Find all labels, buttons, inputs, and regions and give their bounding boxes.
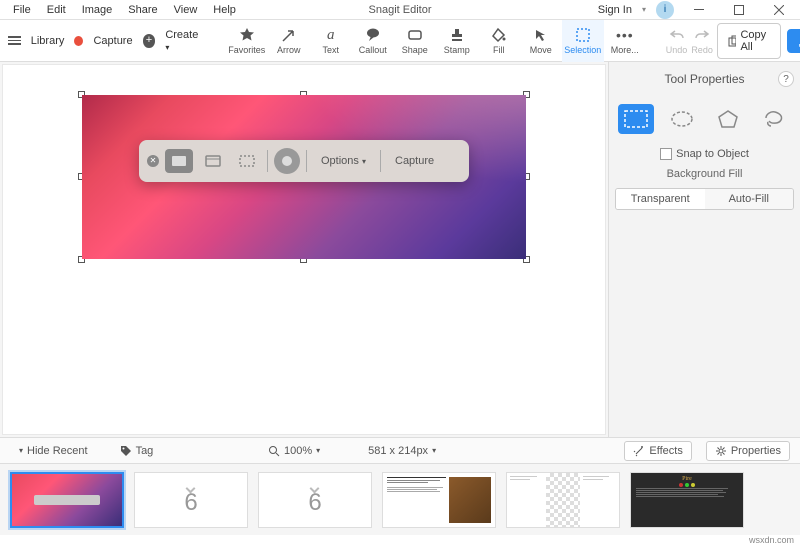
canvas-image: ✕ Options ▾ Capture [82, 95, 526, 259]
shape-rectangle[interactable] [618, 104, 654, 134]
options-dropdown[interactable]: Options ▾ [313, 155, 374, 167]
bgfill-segment: Transparent Auto-Fill [615, 188, 794, 210]
capture-icon [74, 36, 83, 46]
chevron-down-icon: ▾ [19, 446, 23, 455]
divider [306, 150, 307, 172]
shape-polygon[interactable] [710, 104, 746, 134]
capture-mode-selection[interactable] [233, 149, 261, 173]
capture-link[interactable]: Capture [93, 35, 132, 47]
capture-bar: ✕ Options ▾ Capture [139, 140, 469, 182]
tool-callout[interactable]: Callout [352, 20, 394, 62]
seg-transparent[interactable]: Transparent [616, 189, 705, 209]
tool-fill[interactable]: Fill [478, 20, 520, 62]
tool-palette: Favorites Arrow aText Callout Shape Stam… [226, 20, 646, 62]
menu-edit[interactable]: Edit [40, 2, 73, 18]
tool-arrow[interactable]: Arrow [268, 20, 310, 62]
create-plus-icon: + [143, 34, 156, 48]
signin-link[interactable]: Sign In [598, 4, 632, 16]
effects-button[interactable]: Effects [624, 441, 691, 461]
capture-mode-window[interactable] [199, 149, 227, 173]
library-link[interactable]: Library [31, 35, 65, 47]
thumbnail[interactable]: 6 [134, 472, 248, 528]
tool-shape[interactable]: Shape [394, 20, 436, 62]
thumbnail[interactable] [506, 472, 620, 528]
menu-file[interactable]: File [6, 2, 38, 18]
thumbnail[interactable] [10, 472, 124, 528]
close-icon[interactable]: ✕ [147, 155, 159, 167]
tool-text[interactable]: aText [310, 20, 352, 62]
properties-button[interactable]: Properties [706, 441, 790, 461]
menu-help[interactable]: Help [206, 2, 243, 18]
snap-checkbox[interactable] [660, 148, 672, 160]
snap-label: Snap to Object [676, 148, 749, 160]
divider [380, 150, 381, 172]
wand-icon [633, 445, 645, 457]
bgfill-label: Background Fill [615, 168, 794, 180]
thumbnail[interactable]: 6 [258, 472, 372, 528]
thumbnail[interactable] [382, 472, 496, 528]
footer-watermark: wsxdn.com [0, 535, 800, 547]
search-icon [268, 445, 280, 457]
shape-ellipse[interactable] [664, 104, 700, 134]
dimensions-dropdown[interactable]: 581 x 214px ▾ [359, 441, 445, 461]
gear-icon [715, 445, 727, 457]
user-avatar-icon[interactable]: i [656, 1, 674, 19]
tag-button[interactable]: Tag [111, 441, 163, 461]
properties-title: Tool Properties [664, 72, 744, 86]
thumbnail[interactable]: Pire [630, 472, 744, 528]
undo-button[interactable]: Undo [666, 20, 688, 62]
maximize-button[interactable] [724, 1, 754, 19]
menu-view[interactable]: View [167, 2, 205, 18]
main: ✕ Options ▾ Capture Tool Properties ? [0, 62, 800, 437]
statusbar: ▾ Hide Recent Tag 100% ▾ 581 x 214px ▾ E… [0, 437, 800, 463]
thumbnail-tray: 6 6 Pi [0, 463, 800, 535]
zoom-dropdown[interactable]: 100% ▾ [259, 441, 329, 461]
divider [267, 150, 268, 172]
menu-image[interactable]: Image [75, 2, 120, 18]
canvas-area[interactable]: ✕ Options ▾ Capture [2, 64, 606, 435]
tag-icon [120, 445, 132, 457]
selection-shape-row [615, 98, 794, 140]
menubar: File Edit Image Share View Help Snagit E… [0, 0, 800, 20]
tool-move[interactable]: Move [520, 20, 562, 62]
hide-recent-button[interactable]: ▾ Hide Recent [10, 441, 97, 461]
hamburger-icon[interactable] [8, 36, 21, 45]
capture-button[interactable]: Capture [387, 155, 442, 167]
tool-selection[interactable]: Selection [562, 20, 604, 62]
close-button[interactable] [764, 1, 794, 19]
tool-more[interactable]: •••More... [604, 20, 646, 62]
tool-stamp[interactable]: Stamp [436, 20, 478, 62]
shape-lasso[interactable] [756, 104, 792, 134]
minimize-button[interactable] [684, 1, 714, 19]
properties-panel: Tool Properties ? Snap to Object Backgro… [608, 62, 800, 437]
create-link[interactable]: Create ▾ [165, 29, 201, 53]
chevron-down-icon[interactable]: ▾ [642, 5, 646, 14]
app-title: Snagit Editor [369, 4, 432, 16]
menu-share[interactable]: Share [121, 2, 164, 18]
selection-box[interactable]: ✕ Options ▾ Capture [82, 95, 526, 259]
copy-icon [728, 35, 737, 47]
record-button[interactable] [274, 148, 300, 174]
capture-mode-region[interactable] [165, 149, 193, 173]
snap-to-object-row: Snap to Object [615, 148, 794, 160]
share-button[interactable]: Share [787, 29, 800, 53]
redo-button[interactable]: Redo [691, 20, 713, 62]
copy-all-button[interactable]: Copy All [717, 23, 781, 59]
tool-favorites[interactable]: Favorites [226, 20, 268, 62]
seg-autofill[interactable]: Auto-Fill [705, 189, 794, 209]
help-icon[interactable]: ? [778, 71, 794, 87]
toolbar: Library Capture + Create ▾ Favorites Arr… [0, 20, 800, 62]
